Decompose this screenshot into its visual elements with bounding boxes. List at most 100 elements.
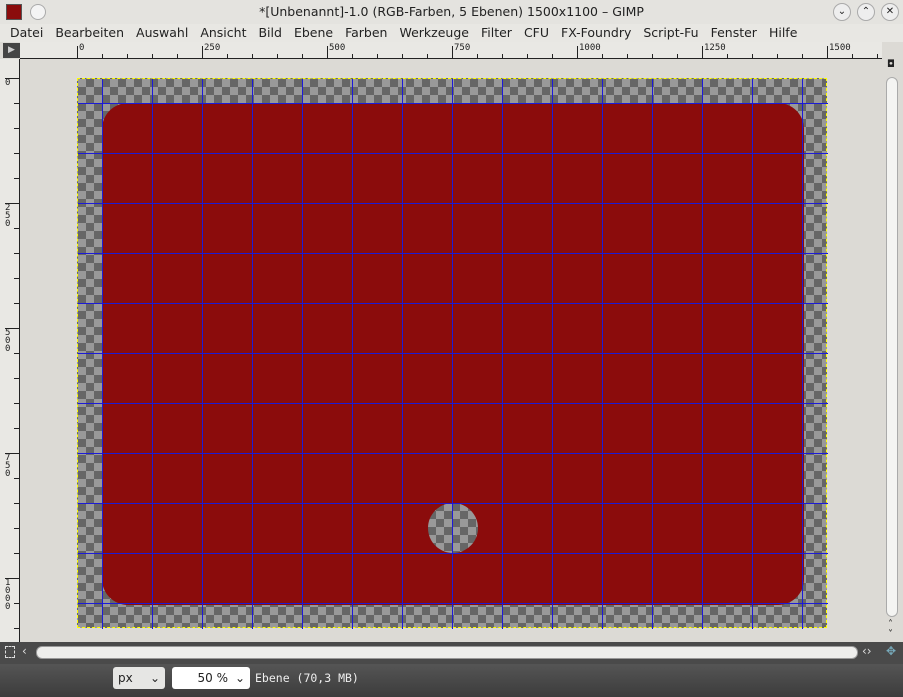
menu-datei[interactable]: Datei	[0, 24, 43, 42]
ruler-tick	[14, 628, 19, 629]
ruler-tick	[277, 54, 278, 58]
ruler-label: 500	[329, 43, 346, 53]
ruler-tick	[302, 54, 303, 58]
zoom-value: 50 %	[197, 671, 229, 685]
horizontal-scrollbar[interactable]: ‹ ‹› ✥	[0, 642, 903, 664]
guide-line-horizontal	[78, 503, 828, 504]
vertical-ruler[interactable]: 0 250 500 750 1000	[0, 59, 20, 654]
guide-line-horizontal	[78, 203, 828, 204]
ruler-tick	[877, 54, 878, 58]
vertical-scrollbar[interactable]: ◘ ˄ ˅	[883, 59, 903, 642]
ruler-label: 1500	[829, 43, 851, 53]
ruler-tick	[14, 603, 19, 604]
guide-line-vertical	[652, 79, 653, 629]
ruler-tick	[802, 54, 803, 58]
ruler-tick	[352, 54, 353, 58]
guide-line-vertical	[752, 79, 753, 629]
ruler-label: 750	[5, 453, 11, 479]
ruler-tick	[252, 54, 253, 58]
menu-fenster[interactable]: Fenster	[701, 24, 757, 42]
ruler-tick	[152, 54, 153, 58]
guide-line-vertical	[602, 79, 603, 629]
ruler-tick	[502, 54, 503, 58]
zoom-select[interactable]: 50 % ⌄	[172, 667, 250, 689]
scroll-left-icon[interactable]: ‹	[22, 644, 27, 658]
guide-line-horizontal	[78, 253, 828, 254]
ruler-tick	[14, 378, 19, 379]
close-button[interactable]: ✕	[881, 3, 899, 21]
ruler-tick	[852, 54, 853, 58]
ruler-tick	[452, 46, 453, 58]
minimize-button[interactable]: ⌄	[833, 3, 851, 21]
guide-line-horizontal	[78, 603, 828, 604]
horizontal-ruler[interactable]: 0 250 500 750 1000 1250 1500	[20, 42, 882, 59]
menu-filter[interactable]: Filter	[471, 24, 512, 42]
menu-bild[interactable]: Bild	[248, 24, 281, 42]
menu-ebene[interactable]: Ebene	[284, 24, 333, 42]
guide-line-vertical	[702, 79, 703, 629]
menu-cfu[interactable]: CFU	[514, 24, 549, 42]
menu-werkzeuge[interactable]: Werkzeuge	[389, 24, 469, 42]
scroll-down-icon[interactable]: ˅	[888, 629, 893, 640]
ruler-tick	[77, 46, 78, 58]
guide-line-vertical	[452, 79, 453, 629]
image-canvas[interactable]	[77, 78, 828, 629]
maximize-button[interactable]: ⌃	[857, 3, 875, 21]
navigate-icon[interactable]: ◘	[887, 59, 895, 70]
menu-bearbeiten[interactable]: Bearbeiten	[45, 24, 124, 42]
vertical-scroll-thumb[interactable]	[886, 77, 898, 617]
menu-ansicht[interactable]: Ansicht	[190, 24, 246, 42]
chevron-down-icon: ⌄	[149, 671, 160, 685]
circular-transparent-hole	[428, 503, 478, 553]
title-bar: *[Unbenannt]-1.0 (RGB-Farben, 5 Ebenen) …	[0, 0, 903, 24]
ruler-tick	[827, 46, 828, 58]
ruler-tick	[14, 353, 19, 354]
ruler-tick	[427, 54, 428, 58]
menu-script-fu[interactable]: Script-Fu	[633, 24, 698, 42]
ruler-tick	[14, 178, 19, 179]
ruler-tick	[14, 128, 19, 129]
ruler-tick	[14, 478, 19, 479]
ruler-tick	[14, 253, 19, 254]
ruler-tick	[552, 54, 553, 58]
menu-fx-foundry[interactable]: FX-Foundry	[551, 24, 631, 42]
ruler-tick	[14, 403, 19, 404]
ruler-tick	[577, 46, 578, 58]
guide-line-vertical	[202, 79, 203, 629]
horizontal-scroll-thumb[interactable]	[36, 646, 858, 659]
ruler-tick	[477, 54, 478, 58]
ruler-tick	[602, 54, 603, 58]
ruler-tick	[14, 553, 19, 554]
guide-line-horizontal	[78, 103, 828, 104]
guide-line-horizontal	[78, 453, 828, 454]
scroll-arrows-icon[interactable]: ‹›	[862, 644, 872, 658]
ruler-tick	[327, 46, 328, 58]
guide-line-vertical	[252, 79, 253, 629]
canvas-area[interactable]	[21, 60, 882, 642]
guide-line-vertical	[502, 79, 503, 629]
guide-line-horizontal	[78, 553, 828, 554]
menu-auswahl[interactable]: Auswahl	[126, 24, 188, 42]
ruler-tick	[227, 54, 228, 58]
ruler-tick	[202, 46, 203, 58]
unit-select[interactable]: px ⌄	[113, 667, 165, 689]
zoom-fit-icon[interactable]: ✥	[886, 644, 896, 658]
ruler-tick	[14, 153, 19, 154]
window-title: *[Unbenannt]-1.0 (RGB-Farben, 5 Ebenen) …	[259, 4, 644, 19]
ruler-tick	[14, 103, 19, 104]
ruler-tick	[14, 303, 19, 304]
ruler-label: 250	[5, 203, 11, 229]
ruler-tick	[752, 54, 753, 58]
quick-mask-toggle-icon[interactable]: ▶	[3, 43, 20, 58]
unit-value: px	[118, 671, 133, 685]
ruler-tick	[402, 54, 403, 58]
guide-line-vertical	[402, 79, 403, 629]
ruler-tick	[14, 503, 19, 504]
ruler-label: 1000	[5, 578, 11, 612]
menu-bar: Datei Bearbeiten Auswahl Ansicht Bild Ebene Fa…	[0, 24, 903, 42]
selection-toggle-icon[interactable]	[5, 646, 15, 658]
menu-hilfe[interactable]: Hilfe	[759, 24, 797, 42]
ruler-label: 750	[454, 43, 471, 53]
guide-line-vertical	[302, 79, 303, 629]
menu-farben[interactable]: Farben	[335, 24, 387, 42]
